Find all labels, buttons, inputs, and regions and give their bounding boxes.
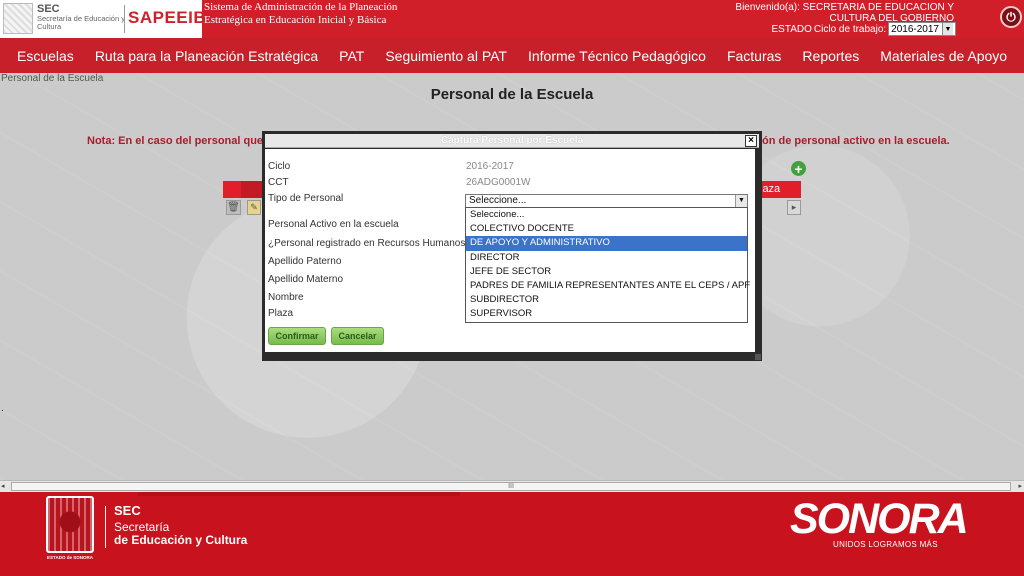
system-title: Sistema de Administración de la Planeaci… — [204, 1, 397, 27]
dropdown-option[interactable]: Seleccione... — [466, 208, 747, 222]
plaza-field-label: Plaza — [268, 308, 294, 319]
nav-item-pat[interactable]: PAT — [329, 48, 375, 64]
trash-icon[interactable]: 🗑 — [226, 200, 241, 215]
power-icon[interactable]: ⏻ — [1000, 6, 1022, 28]
nav-item-escuelas[interactable]: Escuelas — [0, 48, 84, 64]
ciclo-field-label: Ciclo — [268, 161, 291, 172]
modal-titlebar[interactable]: Captura Personal por Escuela × — [265, 134, 759, 148]
system-title-line2: Estratégica en Educación Inicial y Básic… — [204, 14, 387, 26]
cancelar-button[interactable]: Cancelar — [331, 327, 384, 345]
dropdown-option-highlighted[interactable]: DE APOYO Y ADMINISTRATIVO — [466, 236, 747, 251]
nav-item-materiales[interactable]: Materiales de Apoyo — [870, 48, 1018, 64]
sonora-tagline: UNIDOS LOGRAMOS MÁS — [833, 540, 938, 549]
ciclo-select[interactable]: 2016-2017 ▼ — [888, 22, 956, 36]
seal-caption: ESTADO de SONORA — [47, 555, 93, 560]
scroll-right-icon[interactable]: ▸ — [1018, 482, 1022, 490]
modal-body: Ciclo 2016-2017 CCT 26ADG0001W Tipo de P… — [265, 149, 755, 352]
dropdown-option[interactable]: JEFE DE SECTOR — [466, 265, 747, 279]
stray-dot: . — [1, 403, 4, 414]
state-seal-icon — [46, 496, 94, 553]
main-nav: Escuelas Ruta para la Planeación Estraté… — [0, 38, 1024, 73]
dropdown-option[interactable]: DIRECTOR — [466, 251, 747, 265]
logo-sec-subtitle: Secretaría de Educación y Cultura — [37, 14, 125, 31]
resize-handle[interactable] — [755, 354, 761, 360]
close-icon[interactable]: × — [745, 135, 757, 147]
add-personal-icon[interactable]: + — [791, 161, 806, 176]
modal-title: Captura Personal por Escuela — [440, 135, 584, 146]
table-header-plaza: laza — [760, 183, 781, 195]
horizontal-scrollbar[interactable]: ◂ III ▸ — [0, 480, 1024, 492]
footer: ESTADO de SONORA SEC Secretaría de Educa… — [0, 492, 1024, 576]
nav-item-facturas[interactable]: Facturas — [716, 48, 791, 64]
ciclo-value: 2016-2017 — [891, 23, 939, 35]
breadcrumb: Personal de la Escuela — [1, 73, 104, 84]
edit-icon[interactable]: ✎ — [247, 200, 261, 215]
cct-field-value: 26ADG0001W — [466, 177, 531, 188]
nav-item-ruta[interactable]: Ruta para la Planeación Estratégica — [84, 48, 328, 64]
state-seal-icon — [3, 3, 33, 34]
table-header-cell — [241, 181, 263, 198]
nav-item-reportes[interactable]: Reportes — [792, 48, 870, 64]
chevron-down-icon[interactable]: ▼ — [735, 195, 747, 207]
logo-divider — [124, 5, 125, 33]
nav-item-informe[interactable]: Informe Técnico Pedagógico — [517, 48, 716, 64]
page-title: Personal de la Escuela — [430, 86, 594, 103]
tipo-personal-dropdown: Seleccione... COLECTIVO DOCENTE DE APOYO… — [465, 207, 750, 323]
row-action-icon[interactable]: ▸ — [787, 200, 801, 215]
materno-field-label: Apellido Materno — [268, 274, 344, 285]
dropdown-option[interactable]: PADRES DE FAMILIA REPRESENTANTES ANTE EL… — [466, 279, 750, 293]
tipo-personal-select[interactable]: Seleccione... ▼ — [465, 194, 748, 208]
activo-field-label: Personal Activo en la escuela — [268, 219, 399, 230]
tipo-personal-value: Seleccione... — [469, 195, 527, 206]
welcome-text: Bienvenido(a): SECRETARIA DE EDUCACION Y… — [694, 2, 954, 24]
rh-field-label: ¿Personal registrado en Recursos Humanos… — [268, 238, 471, 249]
scrollbar-thumb[interactable]: III — [11, 482, 1011, 491]
scroll-left-icon[interactable]: ◂ — [1, 482, 5, 490]
top-header: SEC Secretaría de Educación y Cultura SA… — [0, 0, 1024, 38]
nota-text-right: ón de personal activo en la escuela. — [762, 135, 950, 147]
estado-label: ESTADO — [771, 23, 812, 35]
footer-divider — [105, 506, 106, 548]
confirmar-button[interactable]: Confirmar — [268, 327, 326, 345]
app-logo: SAPEEIB — [128, 8, 207, 27]
dropdown-option[interactable]: SUBDIRECTOR — [466, 293, 747, 307]
footer-sec: SEC — [114, 503, 141, 518]
footer-sec-sub2: de Educación y Cultura — [114, 533, 248, 547]
tipo-personal-label: Tipo de Personal — [268, 193, 344, 204]
ciclo-field-value: 2016-2017 — [466, 161, 514, 172]
dropdown-option[interactable]: SUPERVISOR — [466, 307, 747, 321]
ciclo-label: Ciclo de trabajo: — [813, 23, 887, 35]
nota-text-left: Nota: En el caso del personal que ya — [87, 135, 279, 147]
footer-sec-sub1: Secretaría — [114, 520, 170, 534]
nav-item-seguimiento[interactable]: Seguimiento al PAT — [375, 48, 518, 64]
captura-personal-modal: Captura Personal por Escuela × Ciclo 201… — [262, 131, 762, 361]
paterno-field-label: Apellido Paterno — [268, 256, 342, 267]
footer-strip — [138, 492, 460, 496]
cct-field-label: CCT — [268, 177, 289, 188]
sonora-logo: SONORA — [790, 495, 969, 543]
dropdown-option[interactable]: COLECTIVO DOCENTE — [466, 222, 747, 236]
chevron-down-icon: ▼ — [942, 23, 953, 35]
sec-logo: SEC Secretaría de Educación y Cultura SA… — [0, 0, 206, 38]
system-title-line1: Sistema de Administración de la Planeaci… — [204, 1, 398, 13]
nombre-field-label: Nombre — [268, 292, 304, 303]
welcome-line1: Bienvenido(a): SECRETARIA DE EDUCACION Y — [735, 2, 954, 13]
ciclo-selector: ESTADO Ciclo de trabajo: 2016-2017 ▼ — [772, 22, 956, 36]
